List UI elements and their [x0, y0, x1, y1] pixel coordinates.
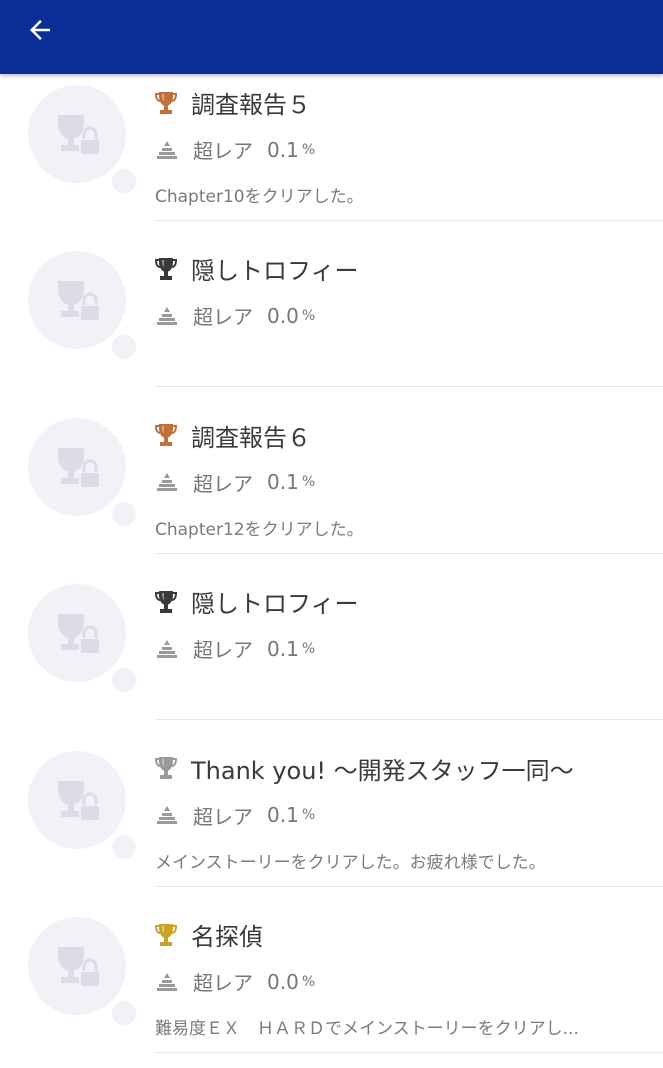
divider — [155, 1052, 663, 1053]
trophy-list-item[interactable]: 名探偵超レア 0.0% 難易度ＥＸ ＨＡＲＤでメインストーリーをクリアし... — [0, 833, 663, 1053]
percent-sign: % — [301, 807, 316, 824]
rarity-percent: 0.0 — [267, 303, 299, 328]
locked-trophy-icon — [50, 111, 106, 163]
hidden-trophy-icon — [154, 589, 178, 615]
bronze-trophy-icon — [154, 422, 178, 448]
trophy-image-tail — [112, 1001, 136, 1025]
rarity-row: 超レア 0.1% — [155, 801, 315, 830]
locked-trophy-icon — [50, 277, 106, 329]
rarity-label: 超レア — [193, 638, 253, 663]
trophy-title-row: 調査報告６ — [154, 418, 311, 453]
rarity-pyramid-icon — [155, 140, 179, 160]
trophy-title-row: 名探偵 — [154, 917, 263, 952]
trophy-title: 調査報告６ — [191, 423, 311, 452]
rarity-percent: 0.1 — [267, 636, 299, 661]
rarity-row: 超レア 0.1% — [155, 135, 315, 164]
arrow-left-icon — [30, 20, 50, 40]
trophy-title: 隠しトロフィー — [191, 257, 359, 286]
rarity-percent: 0.1 — [267, 803, 299, 828]
back-button[interactable] — [18, 10, 62, 50]
trophy-title: 名探偵 — [191, 923, 263, 951]
trophy-title: 隠しトロフィー — [191, 590, 359, 619]
rarity-row: 超レア 0.0% — [155, 301, 315, 330]
rarity-pyramid-icon — [155, 805, 179, 825]
trophy-title: Thank you! 〜開発スタッフ一同〜 — [191, 756, 574, 785]
rarity-label: 超レア — [193, 305, 253, 330]
silver-trophy-icon — [154, 755, 178, 781]
locked-trophy-icon — [50, 610, 106, 662]
gold-trophy-icon — [154, 922, 178, 948]
rarity-label: 超レア — [193, 804, 253, 829]
percent-sign: % — [301, 973, 316, 990]
percent-sign: % — [301, 640, 316, 657]
rarity-percent: 0.0 — [267, 969, 299, 994]
trophy-list-item[interactable]: 隠しトロフィー超レア 0.0% — [0, 167, 663, 388]
trophy-list-item[interactable]: 隠しトロフィー超レア 0.1% — [0, 500, 663, 721]
locked-trophy-icon — [50, 777, 106, 829]
app-bar — [0, 0, 663, 74]
rarity-pyramid-icon — [155, 972, 179, 992]
rarity-label: 超レア — [193, 471, 253, 496]
bronze-trophy-icon — [154, 90, 178, 116]
rarity-label: 超レア — [193, 971, 253, 995]
percent-sign: % — [301, 307, 316, 324]
rarity-label: 超レア — [193, 139, 253, 163]
trophy-list-item[interactable]: 調査報告６ 超レア 0.1% Chapter12をクリアした。 — [0, 334, 663, 554]
rarity-percent: 0.1 — [267, 470, 299, 495]
locked-trophy-icon — [50, 444, 106, 496]
trophy-title-row: 隠しトロフィー — [154, 584, 359, 619]
rarity-pyramid-icon — [155, 306, 179, 326]
trophy-title-row: 隠しトロフィー — [154, 251, 359, 286]
rarity-row: 超レア 0.0% — [155, 967, 315, 996]
hidden-trophy-icon — [154, 256, 178, 282]
rarity-row: 超レア 0.1% — [155, 468, 315, 497]
trophy-list-item[interactable]: Thank you! 〜開発スタッフ一同〜 超レア 0.1% メインストーリーをクリア… — [0, 667, 663, 887]
rarity-percent: 0.1 — [267, 137, 299, 162]
trophy-title-row: 調査報告５ — [154, 85, 311, 120]
percent-sign: % — [301, 141, 316, 158]
rarity-pyramid-icon — [155, 639, 179, 659]
percent-sign: % — [301, 474, 316, 491]
trophy-image — [28, 917, 126, 1015]
trophy-description: 難易度ＥＸ ＨＡＲＤでメインストーリーをクリアし... — [155, 1019, 579, 1039]
trophy-title-row: Thank you! 〜開発スタッフ一同〜 — [154, 751, 574, 786]
trophy-title: 調査報告５ — [191, 91, 311, 119]
rarity-row: 超レア 0.1% — [155, 634, 315, 663]
rarity-pyramid-icon — [155, 472, 179, 492]
locked-trophy-icon — [50, 943, 106, 995]
